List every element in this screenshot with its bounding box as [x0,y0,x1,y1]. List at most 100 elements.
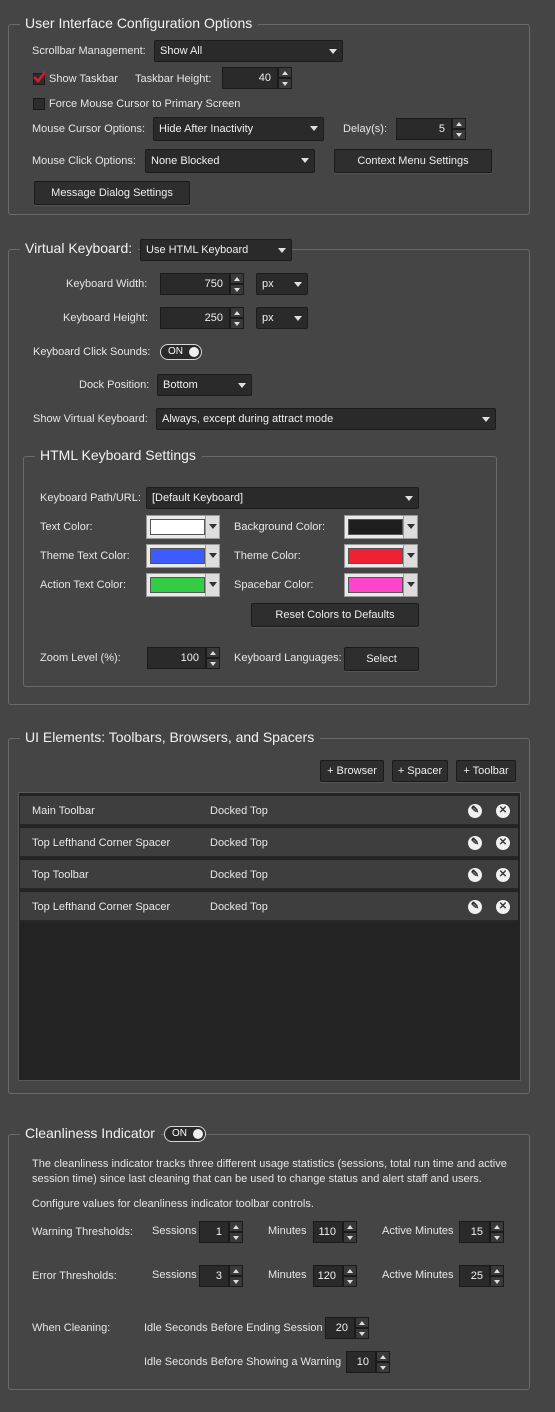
delay-value[interactable]: 5 [396,118,452,140]
mouse-click-select[interactable]: None Blocked [145,149,315,173]
decrement-icon[interactable] [490,1276,504,1287]
increment-icon[interactable] [376,1351,390,1362]
increment-icon[interactable] [490,1221,504,1232]
decrement-icon[interactable] [376,1362,390,1373]
error-minutes-value[interactable]: 120 [313,1265,343,1287]
theme-text-color-swatch [150,548,205,564]
increment-icon[interactable] [230,273,244,284]
text-color-picker[interactable] [146,515,220,539]
keyboard-height-unit-select[interactable]: px [256,307,308,329]
decrement-icon[interactable] [355,1328,369,1339]
show-keyboard-select[interactable]: Always, except during attract mode [156,408,496,430]
cleanliness-toggle[interactable]: ON [164,1126,206,1142]
error-active-stepper[interactable]: 25 [459,1265,504,1287]
scrollbar-select[interactable]: Show All [154,40,343,62]
idle-end-session-stepper[interactable]: 20 [325,1317,369,1339]
add-toolbar-button[interactable]: + Toolbar [456,760,516,782]
theme-text-color-picker[interactable] [146,544,220,568]
theme-color-picker[interactable] [344,544,418,568]
increment-icon[interactable] [355,1317,369,1328]
increment-icon[interactable] [278,67,292,78]
action-text-color-picker[interactable] [146,573,220,597]
decrement-icon[interactable] [452,129,466,140]
close-icon[interactable]: ✕ [496,868,510,882]
error-sessions-label: Sessions [152,1269,197,1281]
decrement-icon[interactable] [278,78,292,89]
element-name: Top Toolbar [32,869,89,881]
background-color-picker[interactable] [344,515,418,539]
decrement-icon[interactable] [229,1232,243,1243]
keyboard-width-stepper[interactable]: 750 [160,273,244,295]
chevron-down-icon[interactable] [205,516,219,538]
keyboard-width-unit-select[interactable]: px [256,273,308,295]
edit-icon[interactable]: ✎ [468,836,482,850]
close-icon[interactable]: ✕ [496,804,510,818]
decrement-icon[interactable] [490,1232,504,1243]
keyboard-height-value[interactable]: 250 [160,307,230,329]
reset-colors-button[interactable]: Reset Colors to Defaults [251,603,419,627]
decrement-icon[interactable] [230,284,244,295]
taskbar-height-stepper[interactable]: 40 [222,67,292,89]
click-sounds-toggle[interactable]: ON [160,344,202,360]
increment-icon[interactable] [343,1221,357,1232]
increment-icon[interactable] [230,307,244,318]
add-spacer-button[interactable]: + Spacer [392,760,448,782]
dock-position-select[interactable]: Bottom [157,374,252,396]
zoom-level-stepper[interactable]: 100 [147,647,220,669]
decrement-icon[interactable] [206,658,220,669]
decrement-icon[interactable] [229,1276,243,1287]
edit-icon[interactable]: ✎ [468,900,482,914]
warning-active-stepper[interactable]: 15 [459,1221,504,1243]
increment-icon[interactable] [490,1265,504,1276]
increment-icon[interactable] [229,1221,243,1232]
keyboard-path-select[interactable]: [Default Keyboard] [146,487,419,509]
list-item[interactable]: Main Toolbar Docked Top ✎ ✕ [20,796,518,826]
force-mouse-checkbox[interactable] [33,98,45,110]
edit-icon[interactable]: ✎ [468,804,482,818]
warning-minutes-value[interactable]: 110 [313,1221,343,1243]
context-menu-settings-button[interactable]: Context Menu Settings [334,149,492,173]
error-minutes-stepper[interactable]: 120 [313,1265,357,1287]
keyboard-type-select[interactable]: Use HTML Keyboard [140,239,292,261]
idle-warning-value[interactable]: 10 [346,1351,376,1373]
list-item[interactable]: Top Toolbar Docked Top ✎ ✕ [20,860,518,890]
close-icon[interactable]: ✕ [496,836,510,850]
chevron-down-icon[interactable] [403,574,417,596]
decrement-icon[interactable] [230,318,244,329]
mouse-cursor-select[interactable]: Hide After Inactivity [153,117,324,141]
keyboard-width-value[interactable]: 750 [160,273,230,295]
ui-elements-list[interactable]: Main Toolbar Docked Top ✎ ✕ Top Lefthand… [18,792,521,1081]
message-dialog-settings-button[interactable]: Message Dialog Settings [34,181,190,205]
chevron-down-icon[interactable] [205,545,219,567]
decrement-icon[interactable] [343,1276,357,1287]
warning-active-value[interactable]: 15 [459,1221,490,1243]
spacebar-color-picker[interactable] [344,573,418,597]
taskbar-height-value[interactable]: 40 [222,67,278,89]
list-item[interactable]: Top Lefthand Corner Spacer Docked Top ✎ … [20,892,518,922]
close-icon[interactable]: ✕ [496,900,510,914]
error-active-value[interactable]: 25 [459,1265,490,1287]
increment-icon[interactable] [206,647,220,658]
edit-icon[interactable]: ✎ [468,868,482,882]
increment-icon[interactable] [229,1265,243,1276]
chevron-down-icon[interactable] [403,545,417,567]
idle-warning-stepper[interactable]: 10 [346,1351,390,1373]
decrement-icon[interactable] [343,1232,357,1243]
chevron-down-icon[interactable] [403,516,417,538]
warning-sessions-stepper[interactable]: 1 [199,1221,243,1243]
warning-minutes-stepper[interactable]: 110 [313,1221,357,1243]
error-sessions-value[interactable]: 3 [199,1265,229,1287]
delay-stepper[interactable]: 5 [396,118,466,140]
error-sessions-stepper[interactable]: 3 [199,1265,243,1287]
increment-icon[interactable] [343,1265,357,1276]
keyboard-height-stepper[interactable]: 250 [160,307,244,329]
add-browser-button[interactable]: + Browser [320,760,384,782]
increment-icon[interactable] [452,118,466,129]
list-item[interactable]: Top Lefthand Corner Spacer Docked Top ✎ … [20,828,518,858]
idle-end-session-value[interactable]: 20 [325,1317,355,1339]
show-taskbar-checkbox[interactable] [33,71,45,85]
warning-sessions-value[interactable]: 1 [199,1221,229,1243]
select-languages-button[interactable]: Select [344,647,419,671]
chevron-down-icon[interactable] [205,574,219,596]
zoom-level-value[interactable]: 100 [147,647,206,669]
